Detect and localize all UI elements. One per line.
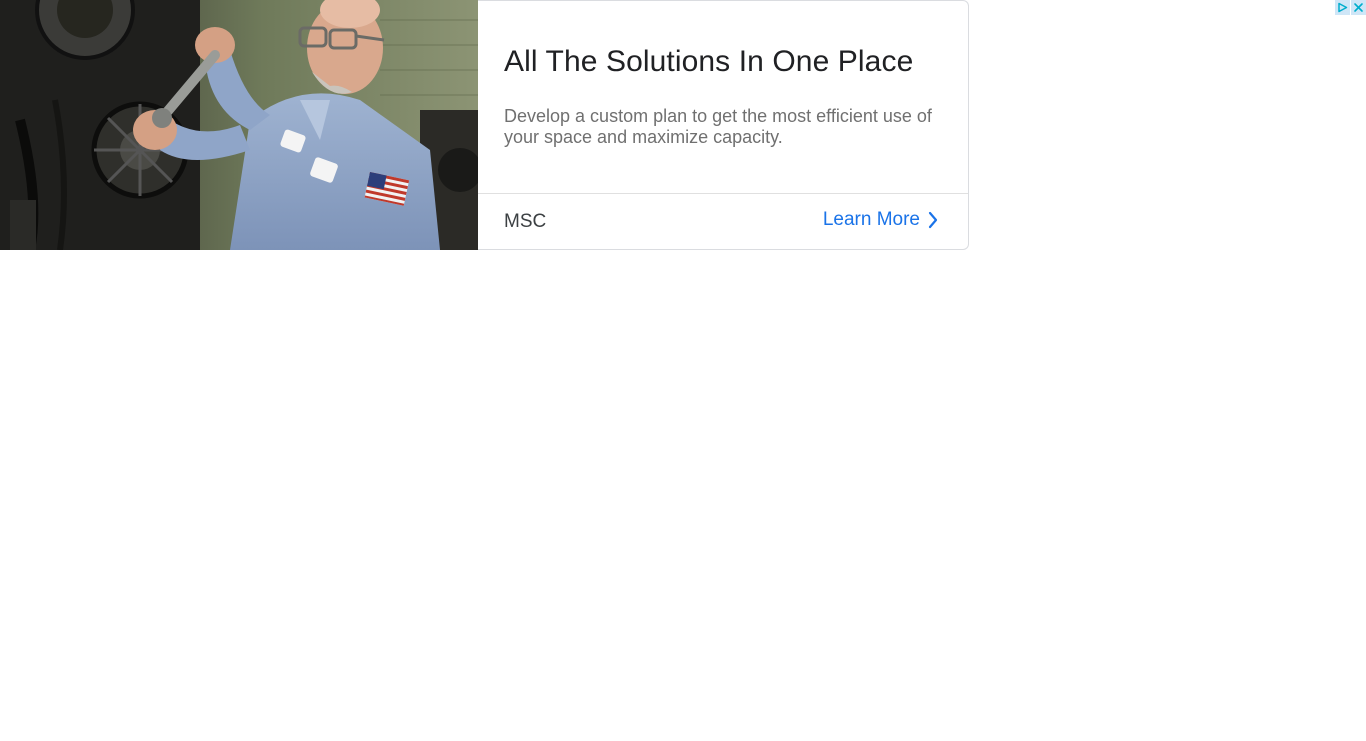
close-icon[interactable]: [1351, 0, 1366, 15]
adchoices-play-icon[interactable]: [1335, 0, 1350, 15]
advertiser-name[interactable]: MSC: [504, 211, 546, 233]
learn-more-button[interactable]: Learn More: [823, 209, 938, 231]
display-ad[interactable]: All The Solutions In One Place Develop a…: [0, 0, 970, 250]
adchoices-bar: [1335, 0, 1366, 15]
ad-image[interactable]: [0, 0, 478, 250]
ad-footer: MSC Learn More: [478, 193, 968, 250]
ad-headline[interactable]: All The Solutions In One Place: [504, 45, 913, 79]
learn-more-label: Learn More: [822, 209, 920, 230]
worker-photo-illustration: [0, 0, 478, 250]
ad-card[interactable]: All The Solutions In One Place Develop a…: [478, 0, 969, 250]
ad-description: Develop a custom plan to get the most ef…: [504, 106, 932, 147]
chevron-right-icon: [928, 211, 938, 229]
